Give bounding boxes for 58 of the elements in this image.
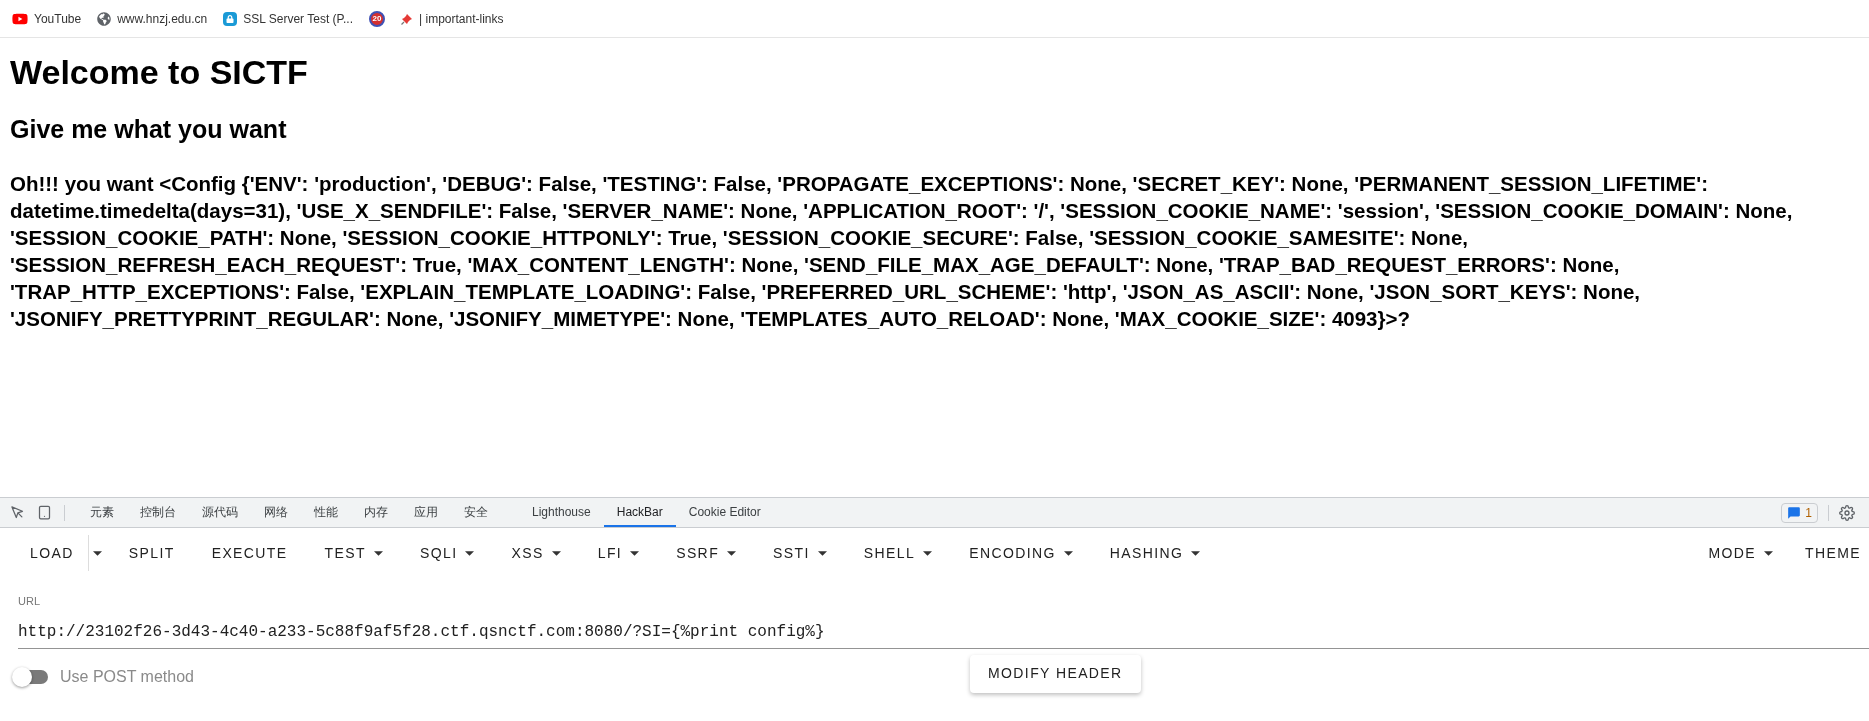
menu-button[interactable]: MODE (1694, 535, 1781, 571)
devtools-tab[interactable]: 安全 (451, 498, 501, 527)
devtools-tab[interactable]: 元素 (77, 498, 127, 527)
caret-icon (923, 550, 933, 556)
url-label: URL (18, 594, 41, 609)
url-input[interactable]: http://23102f26-3d43-4c40-a233-5c88f9af5f28.ctf.qsnctf.com:8080/?SI={%print config%} (18, 619, 1869, 644)
lock-icon (223, 11, 238, 26)
devtools-tab[interactable]: 控制台 (127, 498, 189, 527)
menu-button[interactable]: SSTI (759, 535, 841, 571)
menu-button[interactable]: SQLI (405, 535, 489, 571)
bookmark-link[interactable]: www.hnzj.edu.cn (117, 9, 208, 28)
menu-button[interactable]: SHELL (849, 535, 947, 571)
caret-icon (630, 550, 640, 556)
caret-icon (817, 550, 827, 556)
issues-counter-button[interactable]: 1 (1781, 502, 1818, 523)
devtools-tab[interactable]: HackBar (603, 498, 676, 527)
menu-button[interactable]: HASHING (1095, 535, 1215, 571)
pushpin-icon (401, 12, 414, 25)
caret-icon (1764, 550, 1773, 556)
config-output-text: Oh!!! you want <Config {'ENV': 'production', 'DEBUG': False, 'TESTING': False, 'PROPAGATE_EXCEPTIONS': None, 'SECRET_KEY': None, 'PERMANENT_SESSION_LIFETIME': datetime.timedelta(days=31), 'USE_X_SENDFILE': False, 'SERVER_NAME': None, 'APPLICATION_ROOT': '/', 'SESSION_COOKIE_NAME': 'session', 'SESSION_COOKIE_DOMAIN': None, 'SESSION_COOKIE_PATH': None, 'SESSION_COOKIE_HTTPONLY': True, 'SESSION_COOKIE_SECURE': False, 'SESSION_COOKIE_SAMESITE': None, 'SESSION_REFRESH_EACH_REQUEST': True, 'MAX_CONTENT_LENGTH': None, 'SEND_FILE_MAX_AGE_DEFAULT': None, 'TRAP_BAD_REQUEST_ERRORS': None, 'TRAP_HTTP_EXCEPTIONS': False, 'EXPLAIN_TEMPLATE_LOADING': False, 'PREFERRED_URL_SCHEME': 'http', 'JSON_AS_ASCII': None, 'JSON_SORT_KEYS': None, 'JSONIFY_PRETTYPRINT_REGULAR': None, 'JSONIFY_MIMETYPE': None, 'TEMPLATES_AUTO_RELOAD': None, 'MAX_COOKIE_SIZE': 4093}>? (10, 171, 1794, 332)
count-badge: 20 (369, 10, 386, 27)
globe-icon (97, 11, 112, 26)
bookmark-link[interactable]: | important-links (419, 9, 504, 28)
caret-icon (465, 550, 475, 556)
devtools-tab[interactable]: 应用 (401, 498, 451, 527)
caret-icon (551, 550, 561, 556)
menu-button[interactable]: EXECUTE (197, 535, 302, 571)
menu-button[interactable]: LFI (583, 535, 654, 571)
caret-icon (727, 550, 737, 556)
devtools-tab[interactable]: 内存 (351, 498, 401, 527)
settings-icon[interactable] (1839, 504, 1855, 521)
caret-icon (1191, 550, 1201, 556)
menu-button[interactable]: ENCODING (955, 535, 1087, 571)
menu-button[interactable]: XSS (497, 535, 575, 571)
toggle-switch[interactable] (14, 669, 48, 684)
device-icon[interactable] (37, 505, 52, 520)
menu-button[interactable]: SPLIT (114, 535, 189, 571)
devtools-tab[interactable]: Cookie Editor (675, 498, 774, 527)
page-heading: Welcome to SICTF (10, 52, 309, 92)
devtools-tab[interactable]: 性能 (301, 498, 351, 527)
post-method-label: Use POST method (60, 666, 194, 687)
page-subheading: Give me what you want (10, 114, 288, 144)
bookmark-link[interactable]: SSL Server Test (P... (243, 9, 354, 28)
menu-button[interactable]: LOAD (16, 535, 88, 571)
caret-icon (1063, 550, 1073, 556)
caret-icon (373, 550, 383, 556)
devtools-tab[interactable]: Lighthouse (519, 498, 604, 527)
modify-header-button[interactable]: MODIFY HEADER (970, 654, 1141, 693)
caret-icon (92, 550, 102, 556)
bookmark-link[interactable]: YouTube (34, 9, 82, 28)
menu-button[interactable]: SSRF (662, 535, 751, 571)
menu-button[interactable]: THEME (1791, 535, 1869, 571)
url-field[interactable]: URL http://23102f26-3d43-4c40-a233-5c88f9af5f28.ctf.qsnctf.com:8080/?SI={%print config%} (18, 593, 1869, 649)
message-icon (1787, 505, 1802, 520)
menu-button[interactable]: TEST (310, 535, 397, 571)
devtools-tab[interactable]: 网络 (251, 498, 301, 527)
devtools-tab[interactable]: 源代码 (189, 498, 251, 527)
inspect-icon[interactable] (10, 505, 25, 520)
